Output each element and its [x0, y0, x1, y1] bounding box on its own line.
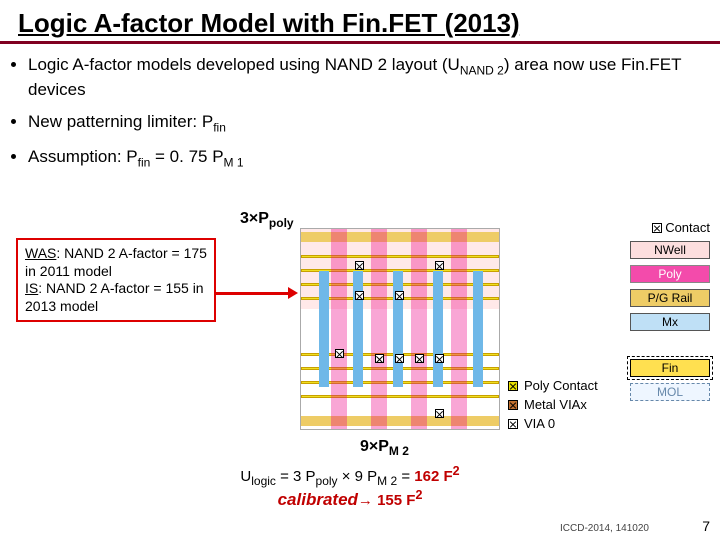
contact-marker [435, 354, 444, 363]
f1-sub1: logic [251, 474, 276, 488]
formula-block: Ulogic = 3 Ppoly × 9 PM 2 = 162 F2 calib… [200, 464, 500, 510]
contact-marker [435, 261, 444, 270]
legend-mol: MOL [630, 383, 710, 401]
slide-title: Logic A-factor Model with Fin.FET (2013) [0, 0, 720, 44]
f1-sub3: M 2 [377, 474, 397, 488]
f1-sup: 2 [453, 464, 460, 478]
contact-marker [395, 291, 404, 300]
mx-stripe [473, 271, 483, 387]
legend-nwell: NWell [630, 241, 710, 259]
metal-viax-icon [508, 400, 518, 410]
mx-stripe [319, 271, 329, 387]
f1-d: = [397, 468, 414, 485]
page-number: 7 [702, 518, 710, 534]
f2-arrow: → [358, 492, 373, 509]
callout-is-label: IS [25, 280, 38, 296]
legend-contact-label: Contact [665, 220, 710, 235]
contact-marker [395, 354, 404, 363]
bullet-3-sub1: fin [138, 155, 151, 169]
legend-mx: Mx [630, 313, 710, 331]
callout-is-text: : NAND 2 A-factor = 155 in 2013 model [25, 280, 204, 314]
f2-red-val: 155 F [377, 492, 415, 509]
bullet-1-a: Logic A-factor models developed using NA… [28, 55, 460, 74]
f2-cal: calibrated [278, 490, 358, 509]
bullet-3-sub2: M 1 [224, 155, 244, 169]
legend-metal-viax-label: Metal VIAx [524, 397, 587, 412]
f1-sub2: poly [316, 474, 338, 488]
label-3ppoly: 3×Ppoly [240, 210, 294, 230]
callout-arrow-line [216, 292, 290, 295]
footer-text: ICCD-2014, 141020 [560, 523, 649, 534]
callout-was-label: WAS [25, 245, 56, 261]
mx-stripe [433, 271, 443, 387]
legend-metal-viax: Metal VIAx [508, 397, 598, 412]
contact-icon [652, 223, 662, 233]
legend-poly: Poly [630, 265, 710, 283]
legend-via0: VIA 0 [508, 416, 598, 431]
bullet-2-a: New patterning limiter: P [28, 112, 213, 131]
f2-red: 155 F2 [377, 492, 422, 509]
f2-sup: 2 [415, 488, 422, 502]
mx-stripe [353, 271, 363, 387]
via0-icon [508, 419, 518, 429]
f1-red: 162 F2 [414, 468, 459, 485]
poly-stripe [331, 229, 347, 429]
contact-marker [415, 354, 424, 363]
legend-left: Poly Contact Metal VIAx VIA 0 [508, 378, 598, 435]
bullet-3-a: Assumption: P [28, 147, 138, 166]
contact-marker [355, 291, 364, 300]
bullet-2-sub: fin [213, 120, 226, 134]
label-3ppoly-main: 3×P [240, 210, 269, 227]
legend-pgrail: P/G Rail [630, 289, 710, 307]
formula-line2: calibrated→ 155 F2 [200, 488, 500, 510]
contact-marker [435, 409, 444, 418]
bullet-3-mid: = 0. 75 P [150, 147, 223, 166]
poly-stripe [371, 229, 387, 429]
mx-stripe [393, 271, 403, 387]
callout-box: WAS: NAND 2 A-factor = 175 in 2011 model… [16, 238, 216, 322]
label-9pm2: 9×PM 2 [360, 438, 409, 458]
bullet-1: Logic A-factor models developed using NA… [28, 54, 692, 101]
label-9pm2-sub: M 2 [389, 444, 409, 458]
label-3ppoly-sub: poly [269, 216, 294, 230]
bullet-list: Logic A-factor models developed using NA… [0, 44, 720, 185]
poly-stripe [411, 229, 427, 429]
bullet-1-sub: NAND 2 [460, 63, 504, 77]
bullet-2: New patterning limiter: Pfin [28, 111, 692, 136]
f1-c: × 9 P [338, 468, 378, 485]
label-9pm2-main: 9×P [360, 438, 389, 455]
legend-poly-contact-label: Poly Contact [524, 378, 598, 393]
legend-via0-label: VIA 0 [524, 416, 555, 431]
contact-marker [355, 261, 364, 270]
layout-diagram [300, 228, 500, 430]
f1-a: U [240, 468, 251, 485]
contact-marker [335, 349, 344, 358]
f1-b: = 3 P [276, 468, 316, 485]
legend-poly-contact: Poly Contact [508, 378, 598, 393]
legend-fin: Fin [630, 359, 710, 377]
bullet-3: Assumption: Pfin = 0. 75 PM 1 [28, 146, 692, 171]
f1-red-val: 162 F [414, 468, 452, 485]
callout-arrow-head-icon [288, 287, 298, 299]
contact-marker [375, 354, 384, 363]
poly-contact-icon [508, 381, 518, 391]
poly-stripe [451, 229, 467, 429]
formula-line1: Ulogic = 3 Ppoly × 9 PM 2 = 162 F2 [200, 464, 500, 488]
legend-contact: Contact [548, 220, 710, 235]
